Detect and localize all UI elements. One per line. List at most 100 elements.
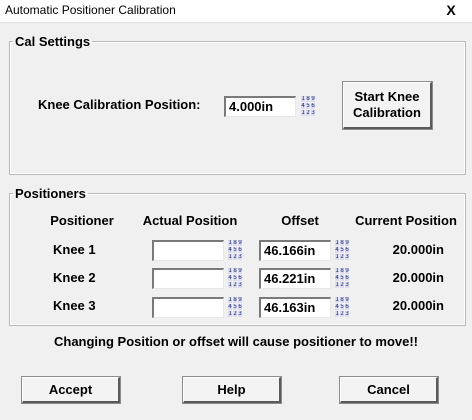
keypad-digit: 1 [228, 240, 232, 246]
keypad-digit: 8 [340, 297, 344, 303]
keypad-icon[interactable]: 189456123 [227, 267, 242, 289]
keypad-icon[interactable]: 189456123 [334, 267, 349, 289]
knee-calibration-position-label: Knee Calibration Position: [38, 97, 201, 112]
keypad-digit: 1 [228, 297, 232, 303]
keypad-digit: 6 [345, 247, 349, 253]
keypad-digit: 6 [238, 275, 242, 281]
keypad-icon[interactable]: 189456123 [300, 95, 315, 117]
keypad-digit: 1 [228, 268, 232, 274]
keypad-digit: 1 [335, 240, 339, 246]
keypad-digit: 5 [233, 247, 237, 253]
keypad-digit: 4 [335, 247, 339, 253]
keypad-digit: 1 [228, 311, 232, 317]
actual-position-field[interactable] [152, 240, 224, 261]
start-button-line1: Start Knee [354, 89, 420, 104]
keypad-digit: 5 [340, 304, 344, 310]
positioner-name: Knee 1 [53, 242, 96, 257]
keypad-digit: 2 [340, 311, 344, 317]
keypad-digit: 6 [345, 304, 349, 310]
close-button[interactable]: X [440, 1, 462, 19]
keypad-digit: 6 [345, 275, 349, 281]
keypad-digit: 5 [233, 304, 237, 310]
actual-position-field[interactable] [152, 297, 224, 318]
current-position-value: 20.000in [392, 298, 444, 313]
keypad-digit: 2 [340, 282, 344, 288]
positioner-name: Knee 2 [53, 270, 96, 285]
keypad-icon[interactable]: 189456123 [334, 296, 349, 318]
keypad-digit: 1 [335, 268, 339, 274]
window-title: Automatic Positioner Calibration [5, 3, 176, 17]
start-knee-calibration-button[interactable]: Start Knee Calibration [343, 82, 432, 129]
keypad-digit: 9 [345, 240, 349, 246]
current-position-value: 20.000in [392, 270, 444, 285]
keypad-digit: 2 [233, 311, 237, 317]
keypad-digit: 5 [340, 247, 344, 253]
keypad-digit: 1 [228, 282, 232, 288]
positioners-legend: Positioners [15, 186, 86, 201]
keypad-digit: 2 [340, 254, 344, 260]
keypad-digit: 8 [233, 268, 237, 274]
keypad-digit: 2 [233, 282, 237, 288]
keypad-digit: 5 [340, 275, 344, 281]
keypad-digit: 6 [238, 304, 242, 310]
keypad-digit: 3 [238, 254, 242, 260]
keypad-digit: 4 [335, 304, 339, 310]
title-bar: Automatic Positioner Calibration X [0, 0, 472, 23]
keypad-digit: 6 [238, 247, 242, 253]
header-offset: Offset [281, 213, 319, 228]
start-button-line2: Calibration [353, 105, 421, 120]
keypad-digit: 9 [238, 297, 242, 303]
keypad-digit: 4 [228, 247, 232, 253]
keypad-digit: 5 [306, 103, 310, 109]
keypad-digit: 9 [345, 297, 349, 303]
keypad-digit: 1 [335, 311, 339, 317]
offset-field[interactable]: 46.166in [259, 240, 331, 261]
keypad-digit: 8 [340, 240, 344, 246]
current-position-value: 20.000in [392, 242, 444, 257]
header-actual-position: Actual Position [142, 213, 238, 228]
keypad-digit: 3 [345, 282, 349, 288]
keypad-digit: 1 [335, 254, 339, 260]
keypad-digit: 9 [238, 268, 242, 274]
keypad-icon[interactable]: 189456123 [227, 239, 242, 261]
keypad-digit: 3 [345, 254, 349, 260]
keypad-digit: 8 [306, 96, 310, 102]
keypad-digit: 1 [301, 96, 305, 102]
keypad-digit: 3 [238, 311, 242, 317]
offset-field[interactable]: 46.163in [259, 297, 331, 318]
knee-calibration-position-field[interactable]: 4.000in [224, 96, 296, 117]
keypad-digit: 8 [340, 268, 344, 274]
keypad-digit: 9 [238, 240, 242, 246]
header-current-position: Current Position [355, 213, 457, 228]
keypad-digit: 8 [233, 240, 237, 246]
keypad-digit: 4 [335, 275, 339, 281]
header-positioner: Positioner [50, 213, 114, 228]
keypad-digit: 2 [306, 110, 310, 116]
keypad-digit: 1 [335, 297, 339, 303]
keypad-digit: 3 [345, 311, 349, 317]
keypad-icon[interactable]: 189456123 [227, 296, 242, 318]
keypad-digit: 5 [233, 275, 237, 281]
keypad-digit: 3 [311, 110, 315, 116]
keypad-digit: 3 [238, 282, 242, 288]
keypad-icon[interactable]: 189456123 [334, 239, 349, 261]
keypad-digit: 1 [335, 282, 339, 288]
keypad-digit: 4 [301, 103, 305, 109]
keypad-digit: 4 [228, 304, 232, 310]
keypad-digit: 9 [345, 268, 349, 274]
keypad-digit: 4 [228, 275, 232, 281]
accept-button[interactable]: Accept [22, 377, 120, 403]
positioner-name: Knee 3 [53, 298, 96, 313]
keypad-digit: 6 [311, 103, 315, 109]
warning-message: Changing Position or offset will cause p… [53, 334, 419, 349]
cal-settings-legend: Cal Settings [15, 34, 91, 49]
keypad-digit: 1 [301, 110, 305, 116]
help-button[interactable]: Help [183, 377, 281, 403]
keypad-digit: 9 [311, 96, 315, 102]
keypad-digit: 8 [233, 297, 237, 303]
keypad-digit: 2 [233, 254, 237, 260]
cancel-button[interactable]: Cancel [340, 377, 438, 403]
actual-position-field[interactable] [152, 268, 224, 289]
keypad-digit: 1 [228, 254, 232, 260]
offset-field[interactable]: 46.221in [259, 268, 331, 289]
